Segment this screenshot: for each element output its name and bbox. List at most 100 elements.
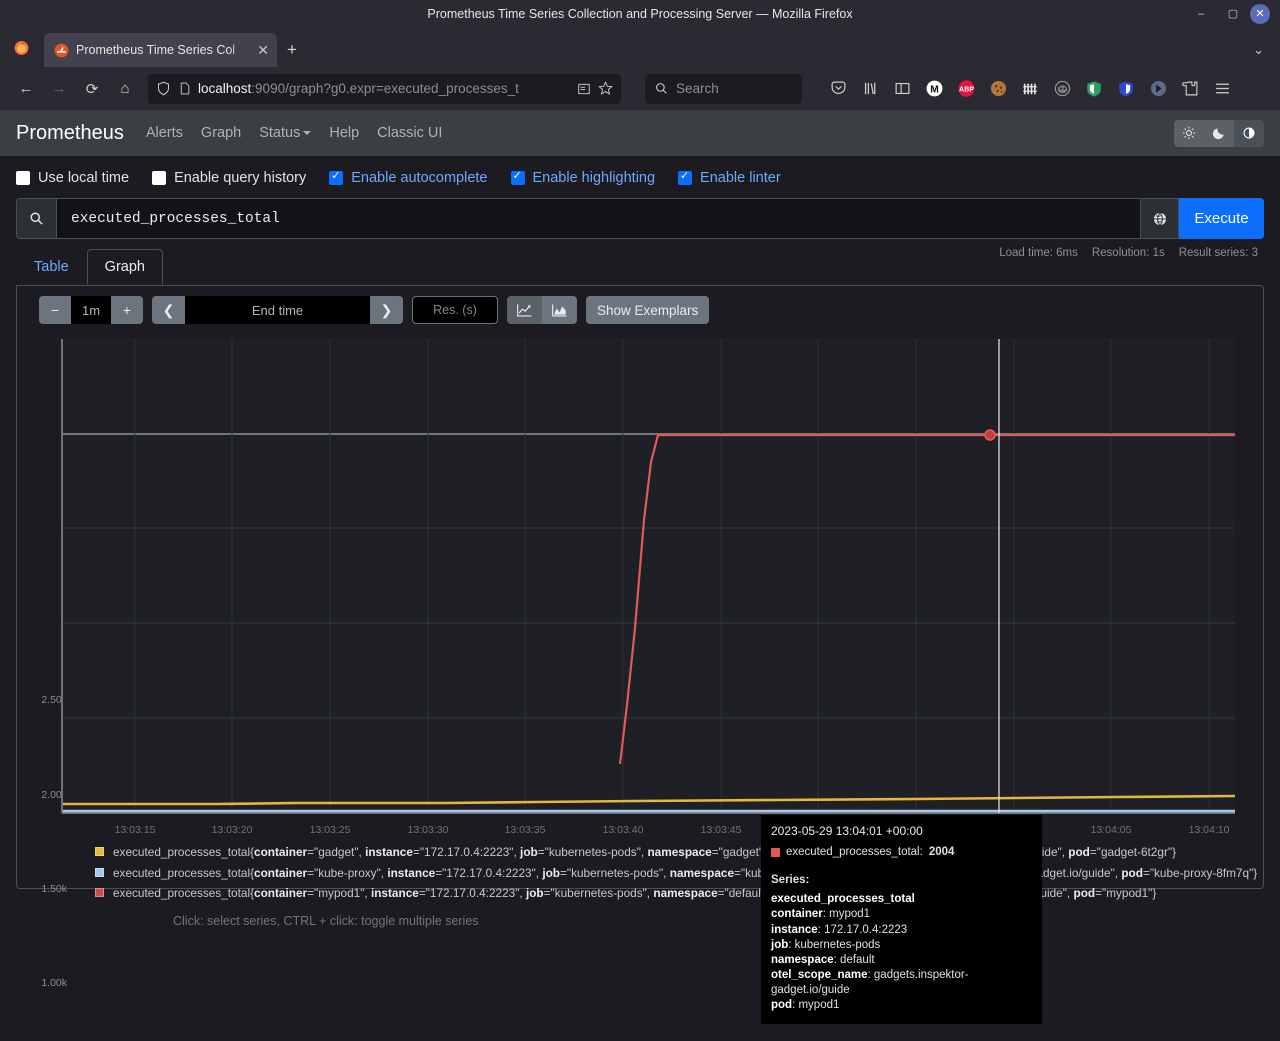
stacked-chart-icon[interactable] [542,296,577,324]
nav-link-classic-ui[interactable]: Classic UI [377,125,442,141]
theme-switcher [1174,120,1264,147]
window-controls: ‒ ▢ ✕ [1186,0,1276,27]
url-path: :9090/graph?g0.expr=executed_processes_t [251,81,519,96]
legend-item[interactable]: executed_processes_total{container="mypo… [95,883,1263,904]
maximize-button[interactable]: ▢ [1218,3,1248,25]
end-time-input[interactable]: End time [185,296,370,324]
tooltip-label: namespace: default [771,953,1032,968]
tooltip-metric-value: 2004 [929,845,955,860]
tooltip-label: pod: mypod1 [771,998,1032,1013]
tab-table[interactable]: Table [16,249,87,285]
sun-icon[interactable] [1174,120,1204,147]
tooltip-series-name: executed_processes_total [771,892,1032,907]
minimize-button[interactable]: ‒ [1186,3,1216,25]
range-control: − 1m + [39,296,143,324]
query-input[interactable]: executed_processes_total [56,198,1141,239]
option-enable-autocomplete[interactable]: Enable autocomplete [329,170,487,186]
search-bar[interactable]: Search [645,74,802,104]
show-exemplars-button[interactable]: Show Exemplars [586,296,709,324]
endtime-control: ❮ End time ❯ [152,296,403,324]
pocket-icon[interactable] [823,74,853,104]
nav-link-graph[interactable]: Graph [201,125,241,141]
globe-icon[interactable] [1141,198,1179,239]
range-decrease-button[interactable]: − [39,296,71,324]
chart-area[interactable]: 2.50k 2.00k 1.50k 1.00k 500.00 0.00 [17,334,1263,834]
prometheus-favicon-icon [54,43,69,58]
reader-view-icon[interactable] [577,82,591,96]
dark-reader-icon[interactable] [1143,74,1173,104]
x-tick-label: 13:04:05 [1081,824,1141,836]
moon-icon[interactable] [1204,120,1234,147]
resolution-input[interactable]: Res. (s) [412,296,498,324]
tooltip-label: instance: 172.17.0.4:2223 [771,923,1032,938]
chart-legend: executed_processes_total{container="gadg… [17,834,1263,928]
legend-item[interactable]: executed_processes_total{container="gadg… [95,842,1263,863]
nav-link-alerts[interactable]: Alerts [146,125,183,141]
auto-theme-icon[interactable] [1234,120,1264,147]
ublock-origin-icon[interactable] [1111,74,1141,104]
sidebar-icon[interactable] [887,74,917,104]
window-titlebar: Prometheus Time Series Collection and Pr… [0,0,1280,27]
svg-text:ABP: ABP [958,86,973,94]
checkbox-enable-autocomplete[interactable] [329,171,343,185]
home-icon[interactable]: ⌂ [109,74,141,104]
x-tick-label: 13:03:40 [593,824,653,836]
x-tick-label: 13:03:45 [691,824,751,836]
x-tick-label: 13:03:25 [300,824,360,836]
extension-toolbar: M ABP [823,74,1237,104]
url-text: localhost:9090/graph?g0.expr=executed_pr… [198,81,570,96]
option-use-local-time[interactable]: Use local time [16,170,129,186]
line-chart-icon[interactable] [507,296,542,324]
close-button[interactable]: ✕ [1250,4,1270,24]
option-enable-highlighting[interactable]: Enable highlighting [511,170,656,186]
tooltip-metric-label: executed_processes_total: [786,845,923,860]
url-bar[interactable]: localhost:9090/graph?g0.expr=executed_pr… [148,74,621,104]
brand-title[interactable]: Prometheus [16,122,124,145]
library-icon[interactable] [855,74,885,104]
graph-panel: − 1m + ❮ End time ❯ Res. (s) Show Exempl… [16,285,1264,889]
legend-item[interactable]: executed_processes_total{container="kube… [95,863,1263,884]
nav-link-help[interactable]: Help [329,125,359,141]
reload-icon[interactable]: ⟳ [76,74,108,104]
cookie-icon[interactable] [983,74,1013,104]
query-bar: executed_processes_total Execute [0,198,1280,239]
x-tick-label: 13:04:10 [1179,824,1239,836]
bitwarden-icon[interactable] [1079,74,1109,104]
checkbox-use-local-time[interactable] [16,171,30,185]
query-search-icon[interactable] [16,198,56,239]
checkbox-enable-linter[interactable] [678,171,692,185]
y-tick-label: 1.00k [17,977,67,989]
checkbox-enable-highlighting[interactable] [511,171,525,185]
chart-plot[interactable] [17,334,1262,834]
back-icon[interactable]: ← [10,74,42,104]
checkbox-enable-query-history[interactable] [152,171,166,185]
tab-graph[interactable]: Graph [87,249,163,285]
privacy-badger-icon[interactable] [1047,74,1077,104]
bookmark-star-icon[interactable] [598,81,613,96]
execute-button[interactable]: Execute [1179,198,1264,239]
range-increase-button[interactable]: + [111,296,143,324]
list-all-tabs-icon[interactable]: ⌄ [1253,42,1264,58]
option-enable-linter[interactable]: Enable linter [678,170,781,186]
forward-icon[interactable]: → [43,74,75,104]
adblock-plus-icon[interactable]: ABP [951,74,981,104]
legend-hint: Click: select series, CTRL + click: togg… [95,904,1263,928]
extensions-icon[interactable] [1175,74,1205,104]
metamask-icon[interactable]: M [919,74,949,104]
x-tick-label: 13:03:30 [398,824,458,836]
range-value[interactable]: 1m [71,296,111,324]
firefox-logo-icon [6,27,36,67]
page-info-icon [178,81,191,96]
app-menu-icon[interactable] [1207,74,1237,104]
browser-tab[interactable]: Prometheus Time Series Col ✕ [44,33,277,67]
x-tick-label: 13:03:20 [202,824,262,836]
time-prev-button[interactable]: ❮ [152,296,185,324]
new-tab-button[interactable]: + [277,33,307,67]
tab-close-icon[interactable]: ✕ [257,43,269,57]
chevron-down-icon [303,131,311,135]
tooltip-series-header: Series: [771,873,1032,888]
time-next-button[interactable]: ❯ [370,296,403,324]
nav-link-status[interactable]: Status [259,125,311,141]
multi-account-containers-icon[interactable] [1015,74,1045,104]
option-enable-query-history[interactable]: Enable query history [152,170,306,186]
